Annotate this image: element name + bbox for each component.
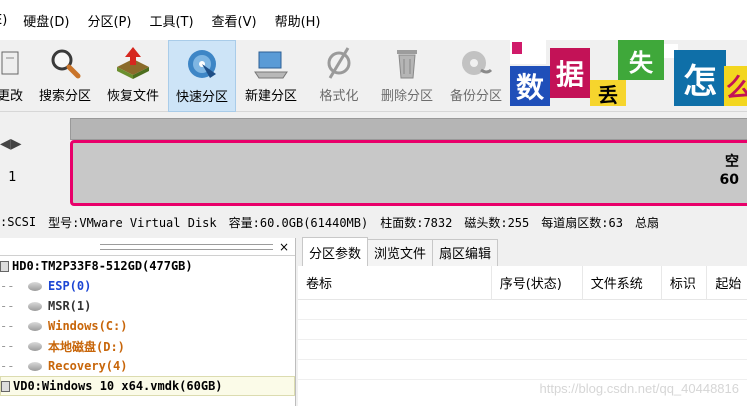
watermark: https://blog.csdn.net/qq_40448816 — [539, 381, 740, 396]
tab-bar: 分区参数 浏览文件 扇区编辑 — [298, 237, 747, 266]
new-partition-icon — [241, 40, 301, 86]
tab-sector-edit[interactable]: 扇区编辑 — [432, 239, 499, 266]
disk-sectors: 每道扇区数:63 — [541, 215, 623, 230]
column-index-status[interactable]: 序号(状态) — [492, 265, 583, 300]
disk-heads: 磁头数:255 — [464, 215, 530, 230]
tree-disk-hd0[interactable]: HD0:TM2P33F8-512GD(477GB) — [0, 256, 295, 276]
disk-capacity: 容量:60.0GB(61440MB) — [228, 215, 369, 230]
trash-icon — [377, 40, 437, 86]
change-button[interactable]: 更改 — [0, 40, 26, 112]
tree-partition-msr[interactable]: -- MSR(1) — [0, 296, 295, 316]
disk-tree-panel: × HD0:TM2P33F8-512GD(477GB) -- ESP(0) --… — [0, 238, 296, 406]
table-row — [298, 320, 747, 340]
free-space-partition[interactable]: 空 60 — [70, 140, 747, 206]
banner-char: 丢 — [590, 80, 626, 106]
tab-partition-params[interactable]: 分区参数 — [302, 237, 369, 266]
magnifier-icon — [35, 40, 95, 86]
partition-icon — [28, 321, 42, 331]
menu-help[interactable]: 帮助(H) — [275, 11, 321, 30]
disk-map: ◀▶ 1 空 60 — [0, 112, 747, 208]
column-volume-label[interactable]: 卷标 — [298, 265, 492, 300]
disk-total-sectors: 总扇 — [634, 215, 659, 230]
disk-icon — [0, 260, 9, 272]
menu-disk[interactable]: 硬盘(D) — [23, 11, 69, 30]
recover-file-button[interactable]: 恢复文件 — [102, 40, 164, 112]
banner-ad[interactable]: 数 据 丢 失 怎 么 — [510, 40, 747, 106]
disk-number: 1 — [8, 170, 17, 185]
menu-partition[interactable]: 分区(P) — [87, 11, 131, 30]
disk-cylinders: 柱面数:7832 — [380, 215, 453, 230]
tree-partition-local-d[interactable]: -- 本地磁盘(D:) — [0, 336, 295, 356]
partition-icon — [28, 301, 42, 311]
tree-partition-esp[interactable]: -- ESP(0) — [0, 276, 295, 296]
search-partition-button[interactable]: 搜索分区 — [34, 40, 96, 112]
banner-char: 据 — [550, 48, 590, 98]
quick-partition-button[interactable]: 快速分区 — [168, 40, 236, 112]
format-button[interactable]: 格式化 — [308, 40, 370, 112]
banner-char: 么 — [724, 66, 747, 106]
backup-icon — [446, 40, 506, 86]
tree-partition-recovery[interactable]: -- Recovery(4) — [0, 356, 295, 376]
partition-icon — [28, 341, 42, 351]
banner-char: 失 — [618, 40, 664, 80]
free-space-size: 60 — [719, 172, 739, 188]
tab-browse-files[interactable]: 浏览文件 — [367, 239, 434, 266]
delete-partition-button[interactable]: 删除分区 — [374, 40, 440, 112]
menu-edit[interactable]: E) — [0, 13, 7, 28]
table-row — [298, 300, 747, 320]
column-filesystem[interactable]: 文件系统 — [583, 265, 662, 300]
close-icon[interactable]: × — [279, 240, 289, 254]
table-header: 卷标 序号(状态) 文件系统 标识 起始 — [298, 265, 747, 300]
disk-change-icon — [0, 40, 26, 86]
disk-interface: :SCSI — [0, 215, 37, 229]
menu-tools[interactable]: 工具(T) — [149, 11, 193, 30]
recover-file-icon — [103, 40, 163, 86]
panel-grip[interactable] — [100, 243, 273, 250]
quick-partition-icon — [172, 41, 232, 87]
free-space-label: 空 — [725, 154, 739, 170]
table-row — [298, 360, 747, 380]
tree-partition-windows[interactable]: -- Windows(C:) — [0, 316, 295, 336]
nav-arrow-icon[interactable]: ◀▶ — [0, 136, 22, 152]
table-row — [298, 340, 747, 360]
partition-icon — [28, 361, 42, 371]
new-partition-button[interactable]: 新建分区 — [240, 40, 302, 112]
menu-bar: E) 硬盘(D) 分区(P) 工具(T) 查看(V) 帮助(H) — [0, 0, 747, 40]
banner-decoration — [512, 42, 522, 54]
menu-view[interactable]: 查看(V) — [212, 11, 257, 30]
tree-disk-vd0[interactable]: VD0:Windows 10 x64.vmdk(60GB) — [0, 376, 295, 396]
banner-char: 数 — [510, 66, 550, 106]
disk-info-bar: :SCSI 型号:VMware Virtual Disk 容量:60.0GB(6… — [0, 208, 747, 236]
format-icon — [309, 40, 369, 86]
column-start[interactable]: 起始 — [707, 266, 747, 300]
backup-partition-button[interactable]: 备份分区 — [444, 40, 508, 112]
partition-bar-header — [70, 118, 747, 140]
partition-detail-panel: 分区参数 浏览文件 扇区编辑 卷标 序号(状态) 文件系统 标识 起始 http… — [298, 237, 747, 406]
partition-icon — [28, 281, 42, 291]
disk-icon — [1, 380, 10, 392]
banner-char: 怎 — [674, 50, 726, 106]
disk-model: 型号:VMware Virtual Disk — [48, 215, 217, 230]
column-flag[interactable]: 标识 — [662, 265, 708, 300]
